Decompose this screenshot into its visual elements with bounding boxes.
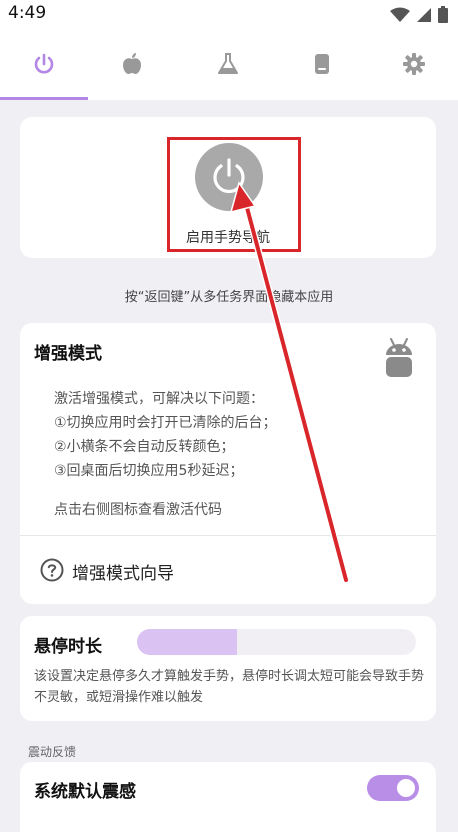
- enhance-note: 点击右侧图标查看激活代码: [54, 502, 222, 518]
- hide-app-hint: 按“返回键”从多任务界面隐藏本应用: [124, 290, 334, 305]
- enhance-mode-card: 增强模式 激活增强模式，可解决以下问题： ①切换应用时会打开已清除的后台； ②小…: [20, 323, 436, 604]
- status-time: 4:49: [8, 3, 47, 23]
- toggle-knob: [397, 779, 415, 797]
- enhance-title: 增强模式: [34, 344, 102, 364]
- enhance-guide-row[interactable]: 增强模式向导: [20, 536, 436, 604]
- android-icon[interactable]: [382, 337, 416, 385]
- tab-power[interactable]: [0, 28, 88, 100]
- tab-apple[interactable]: [88, 28, 176, 100]
- tab-active-indicator: [0, 97, 88, 100]
- apple-icon: [123, 53, 141, 74]
- hover-duration-card: 悬停时长 该设置决定悬停多久才算触发手势，悬停时长调太短可能会导致手势不灵敏，或…: [20, 616, 436, 721]
- hover-duration-slider[interactable]: [137, 629, 416, 655]
- power-icon: [34, 53, 54, 74]
- flask-icon: [218, 53, 238, 74]
- slider-fill: [137, 629, 238, 655]
- hover-duration-description: 该设置决定悬停多久才算触发手势，悬停时长调太短可能会导致手势不灵敏，或短滑操作难…: [34, 669, 425, 705]
- battery-icon: [438, 6, 448, 23]
- enhance-description: 激活增强模式，可解决以下问题： ①切换应用时会打开已清除的后台； ②小横条不会自…: [54, 387, 277, 483]
- enhance-guide-label: 增强模式向导: [72, 564, 174, 584]
- vibration-card: 系统默认震感: [20, 762, 436, 832]
- enhance-desc-line: ③回桌面后切换应用5秒延迟；: [54, 463, 244, 479]
- tab-settings[interactable]: [370, 28, 458, 100]
- help-icon: [40, 558, 64, 582]
- wifi-icon: [390, 7, 410, 22]
- annotation-highlight-box: [167, 137, 301, 252]
- enhance-desc-line: 激活增强模式，可解决以下问题：: [54, 391, 264, 407]
- enhance-desc-line: ②小横条不会自动反转颜色；: [54, 439, 235, 455]
- enhance-desc-line: ①切换应用时会打开已清除的后台；: [54, 415, 277, 431]
- signal-icon: [417, 7, 431, 22]
- gear-icon: [403, 53, 425, 75]
- default-vibration-label: 系统默认震感: [34, 782, 136, 802]
- tab-bar: [0, 28, 458, 100]
- status-bar: 4:49: [0, 0, 458, 28]
- tab-device[interactable]: [278, 28, 366, 100]
- tab-lab[interactable]: [184, 28, 272, 100]
- hover-duration-title: 悬停时长: [34, 637, 102, 657]
- phone-icon: [315, 54, 329, 74]
- vibration-section-label: 震动反馈: [28, 745, 77, 759]
- default-vibration-toggle[interactable]: [367, 775, 419, 801]
